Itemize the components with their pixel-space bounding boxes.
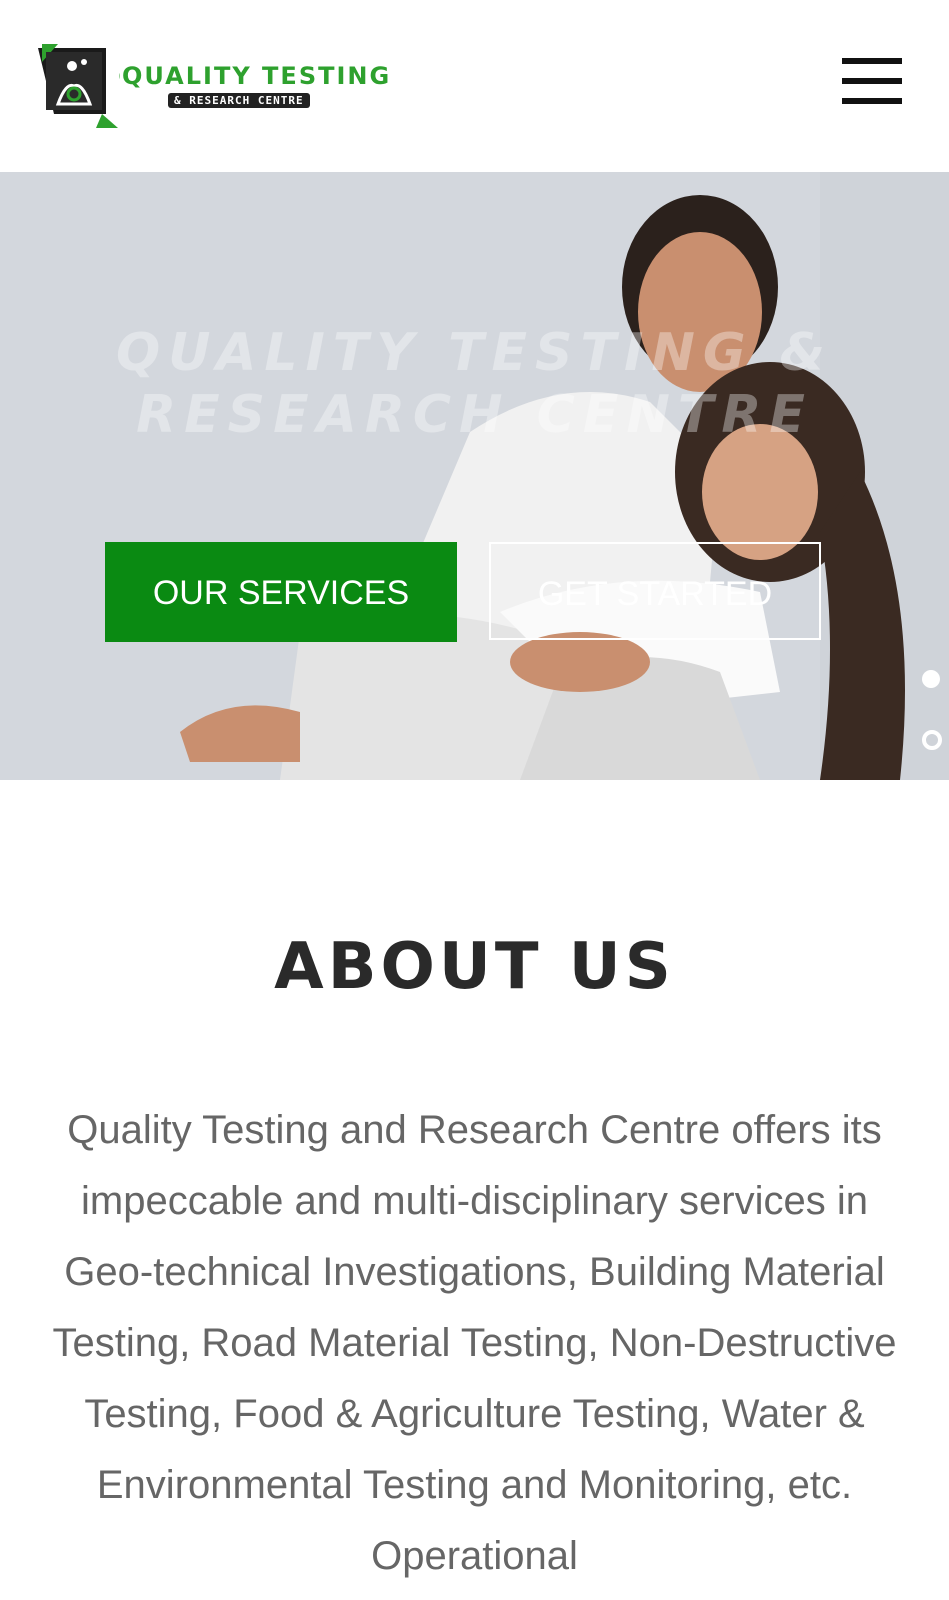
hero-title-line1: QUALITY TESTING & xyxy=(116,323,833,383)
logo-emblem-icon xyxy=(38,44,120,128)
menu-bar xyxy=(842,58,902,64)
hero-photo xyxy=(0,172,949,780)
our-services-button[interactable]: OUR SERVICES xyxy=(105,542,457,642)
menu-bar xyxy=(842,98,902,104)
slider-dot-active[interactable] xyxy=(922,670,940,688)
hero-title: QUALITY TESTING & RESEARCH CENTRE xyxy=(0,322,949,446)
site-logo[interactable]: QUALITY TESTING & RESEARCH CENTRE xyxy=(36,44,416,130)
hero-slider: QUALITY TESTING & RESEARCH CENTRE OUR SE… xyxy=(0,172,949,780)
hero-title-line2: RESEARCH CENTRE xyxy=(136,385,813,445)
logo-title: QUALITY TESTING xyxy=(122,62,392,90)
about-heading: ABOUT US xyxy=(274,930,675,1004)
slider-dot[interactable] xyxy=(922,730,942,750)
logo-subtitle: & RESEARCH CENTRE xyxy=(168,93,310,108)
site-header: QUALITY TESTING & RESEARCH CENTRE xyxy=(0,0,949,172)
get-started-button[interactable]: GET STARTED xyxy=(489,542,821,640)
about-paragraph: Quality Testing and Research Centre offe… xyxy=(52,1108,897,1578)
hamburger-menu-icon[interactable] xyxy=(842,58,902,106)
menu-bar xyxy=(842,78,902,84)
